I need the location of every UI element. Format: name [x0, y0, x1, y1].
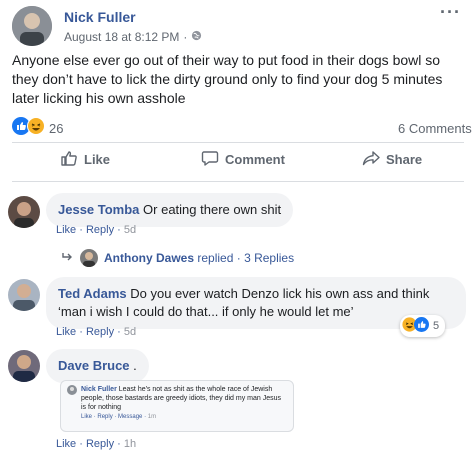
comment-actions: Like · Reply · 5d	[56, 326, 136, 338]
commenter-name[interactable]: Jesse Tomba	[58, 202, 139, 217]
comment-count[interactable]: 6 Comments	[398, 121, 472, 136]
post-timestamp[interactable]: August 18 at 8:12 PM	[64, 30, 179, 44]
commenter-avatar[interactable]	[8, 279, 40, 311]
reply-count: 3 Replies	[244, 251, 295, 265]
comment-time[interactable]: 1h	[124, 438, 136, 450]
reply-arrow-icon	[62, 251, 74, 265]
attachment-actions: Like · Reply · Message · 1m	[81, 413, 287, 422]
comment-reactions-badge[interactable]: 5	[400, 315, 446, 337]
replied-label: replied	[197, 251, 234, 265]
like-button-label: Like	[84, 152, 111, 167]
divider	[12, 181, 464, 182]
comment-like-link[interactable]: Like	[56, 326, 76, 338]
commenter-avatar[interactable]	[8, 196, 40, 228]
comment-actions: Like · Reply · 5d	[56, 224, 136, 236]
comment-actions: Like · Reply · 1h	[56, 438, 136, 450]
separator: ·	[236, 251, 241, 265]
comment-time[interactable]: 5d	[124, 326, 136, 338]
separator: ·	[117, 438, 121, 450]
more-options-icon[interactable]: ···	[440, 2, 461, 23]
comment-bubble: Jesse Tomba Or eating there own shit	[46, 193, 294, 227]
share-button[interactable]: Share	[362, 149, 422, 170]
commenter-name[interactable]: Ted Adams	[58, 286, 127, 301]
comment-reaction-count: 5	[433, 320, 440, 332]
attachment-reply: Reply	[97, 414, 113, 420]
like-button[interactable]: Like	[60, 149, 110, 170]
comment-reply-link[interactable]: Reply	[86, 326, 114, 338]
attachment-like: Like	[81, 414, 93, 420]
separator: ·	[79, 224, 83, 236]
separator: ·	[79, 326, 83, 338]
attachment-time: 1m	[147, 414, 157, 420]
post-author-avatar[interactable]	[12, 6, 52, 46]
attachment-message: Message	[118, 414, 143, 420]
post-meta: August 18 at 8:12 PM ·	[64, 30, 202, 44]
comment-reply-link[interactable]: Reply	[86, 438, 114, 450]
post-author-name[interactable]: Nick Fuller	[64, 9, 136, 25]
meta-separator: ·	[183, 30, 188, 44]
share-button-label: Share	[386, 152, 423, 167]
haha-reaction-icon	[27, 117, 45, 140]
divider	[12, 142, 464, 143]
reply-author-avatar	[80, 249, 98, 267]
thumbs-up-icon	[60, 149, 78, 170]
comment-bubble: Dave Bruce .	[46, 349, 149, 383]
separator: ·	[93, 414, 96, 420]
separator: ·	[79, 438, 83, 450]
commenter-avatar[interactable]	[8, 350, 40, 382]
post-text: Anyone else ever go out of their way to …	[12, 52, 443, 106]
separator: ·	[117, 326, 121, 338]
commenter-name[interactable]: Dave Bruce	[58, 358, 130, 373]
share-icon	[362, 149, 380, 170]
comment-button-label: Comment	[225, 152, 285, 167]
comment-text: .	[133, 358, 137, 373]
comment-reply-link[interactable]: Reply	[86, 224, 114, 236]
separator: ·	[144, 414, 147, 420]
view-replies-link[interactable]: Anthony Dawes replied · 3 Replies	[62, 249, 294, 267]
reactions-summary[interactable]: 26	[12, 117, 63, 140]
separator: ·	[114, 414, 117, 420]
comment-like-link[interactable]: Like	[56, 224, 76, 236]
comment-icon	[201, 149, 219, 170]
attachment-avatar	[67, 385, 77, 395]
comment-text: Or eating there own shit	[143, 202, 282, 217]
comment-time[interactable]: 5d	[124, 224, 136, 236]
like-reaction-icon	[414, 317, 429, 335]
globe-icon	[191, 30, 202, 44]
comment-button[interactable]: Comment	[201, 149, 285, 170]
separator: ·	[117, 224, 121, 236]
attachment-author: Nick Fuller	[81, 386, 117, 393]
comment-like-link[interactable]: Like	[56, 438, 76, 450]
reaction-count[interactable]: 26	[49, 121, 63, 136]
reply-author-name: Anthony Dawes	[104, 251, 195, 265]
comment-image-attachment[interactable]: Nick Fuller Least he's not as shit as th…	[60, 380, 294, 432]
